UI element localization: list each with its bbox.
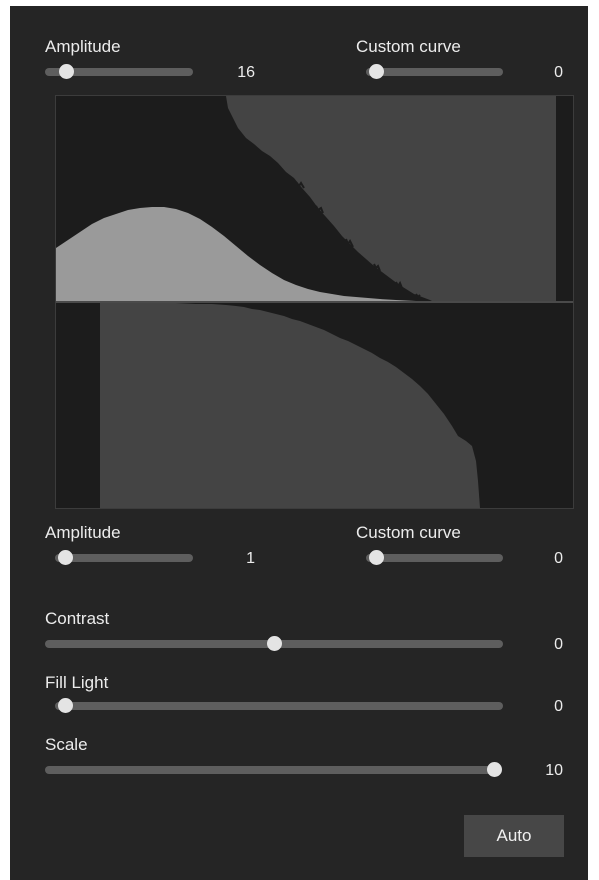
top-amplitude-label: Amplitude <box>45 37 121 56</box>
contrast-slider[interactable] <box>45 636 503 651</box>
top-amplitude-slider[interactable] <box>45 64 193 79</box>
bottom-custom-curve-slider[interactable] <box>366 550 503 565</box>
fill-light-value: 0 <box>554 698 563 715</box>
bottom-custom-curve-label: Custom curve <box>356 523 461 542</box>
fill-light-slider[interactable] <box>55 698 503 713</box>
top-amplitude-value: 16 <box>237 64 255 81</box>
top-custom-curve-slider-thumb[interactable] <box>369 64 384 79</box>
top-custom-curve-label: Custom curve <box>356 37 461 56</box>
histogram-divider <box>56 301 573 303</box>
scale-slider-thumb[interactable] <box>487 762 502 777</box>
bottom-custom-curve-slider-thumb[interactable] <box>369 550 384 565</box>
histogram-top-right-strip <box>556 96 573 301</box>
contrast-label: Contrast <box>45 609 110 628</box>
bottom-amplitude-label: Amplitude <box>45 523 121 542</box>
scale-value: 10 <box>545 762 563 779</box>
bottom-amplitude-slider-thumb[interactable] <box>58 550 73 565</box>
contrast-slider-thumb[interactable] <box>267 636 282 651</box>
histogram-graphic <box>56 96 573 508</box>
histogram-bottom-dark-region <box>100 303 480 508</box>
fill-light-label: Fill Light <box>45 673 109 692</box>
scale-slider[interactable] <box>45 762 502 777</box>
auto-button[interactable]: Auto <box>464 815 564 857</box>
top-custom-curve-slider[interactable] <box>366 64 503 79</box>
adjustment-panel: Amplitude 16 Custom curve 0 Amplitude 1 … <box>10 6 588 880</box>
bottom-custom-curve-value: 0 <box>554 550 563 567</box>
top-amplitude-slider-thumb[interactable] <box>58 64 74 79</box>
histogram-view <box>55 95 574 509</box>
bottom-amplitude-value: 1 <box>246 550 255 567</box>
top-custom-curve-value: 0 <box>554 64 563 81</box>
contrast-value: 0 <box>554 636 563 653</box>
histogram-bottom-left-strip <box>56 303 100 508</box>
fill-light-slider-thumb[interactable] <box>58 698 73 713</box>
bottom-amplitude-slider[interactable] <box>55 550 193 565</box>
scale-label: Scale <box>45 735 88 754</box>
